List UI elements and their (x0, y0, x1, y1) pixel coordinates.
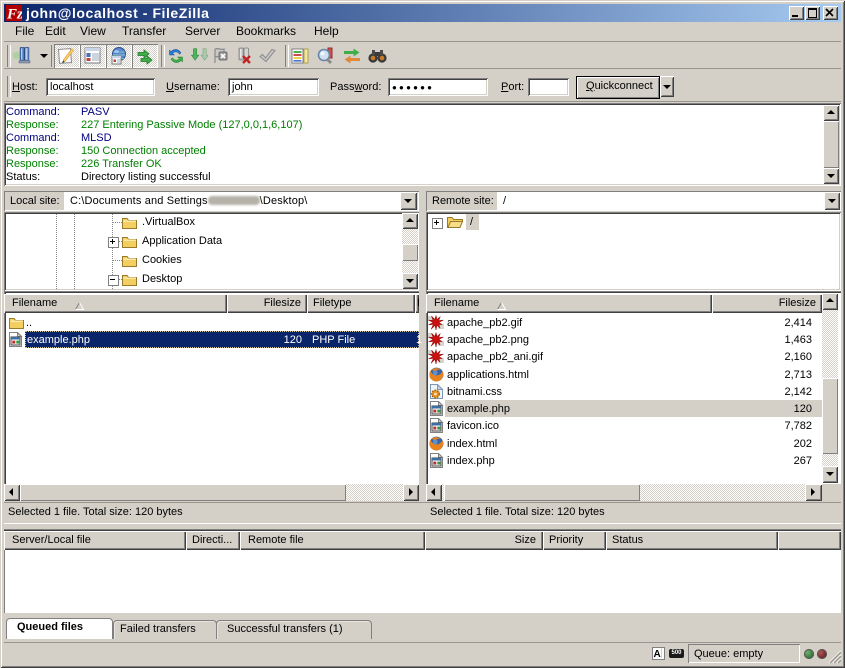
svg-text:Fz: Fz (6, 7, 22, 22)
svg-text:A: A (654, 649, 661, 660)
